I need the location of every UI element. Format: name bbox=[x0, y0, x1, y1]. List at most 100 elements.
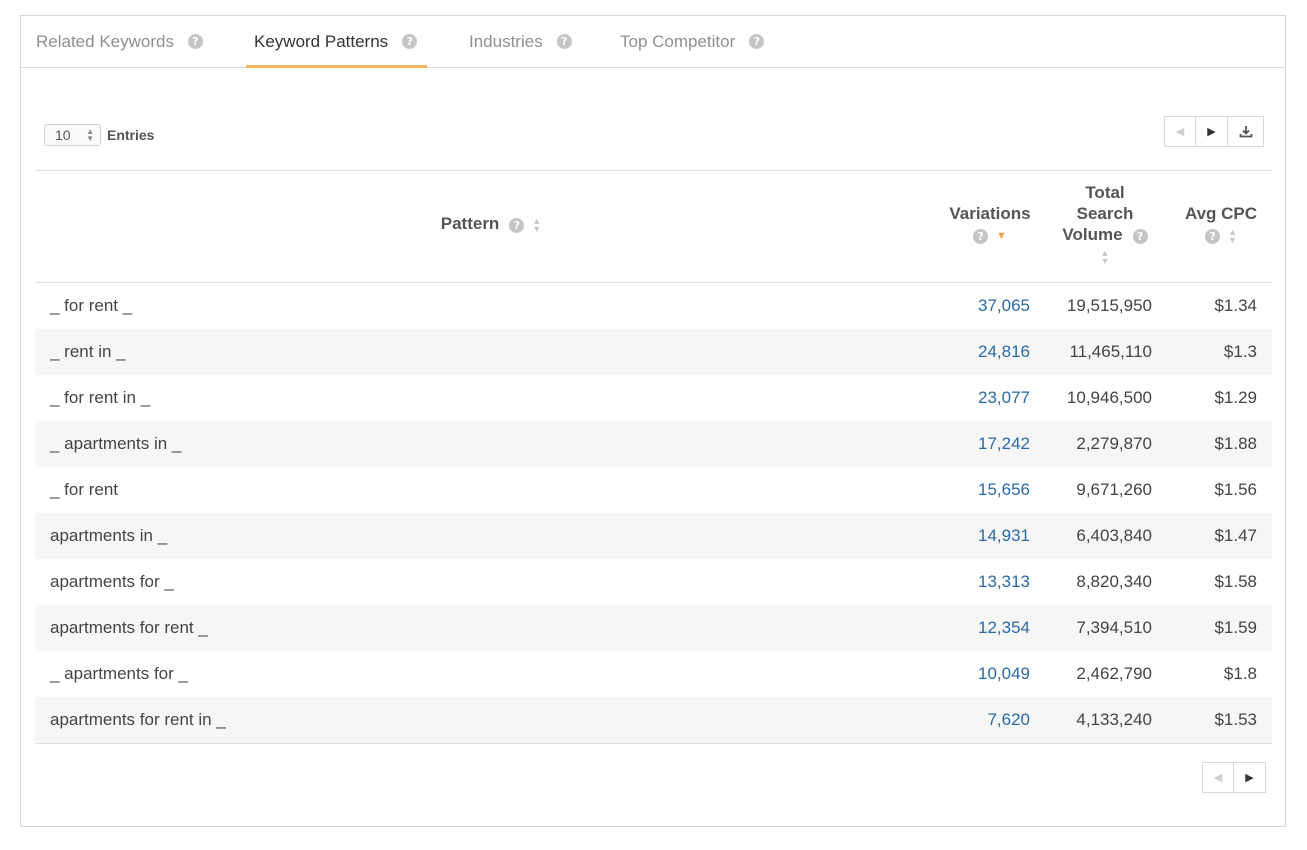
volume-cell: 8,820,340 bbox=[1076, 572, 1152, 591]
download-icon bbox=[1239, 126, 1252, 138]
column-header-variations[interactable]: Variations ? ▼ bbox=[940, 203, 1040, 245]
pattern-cell: apartments in _ bbox=[50, 526, 168, 545]
table-row: _ apartments in _ 17,242 2,279,870 $1.88 bbox=[35, 421, 1272, 467]
volume-cell: 7,394,510 bbox=[1076, 618, 1152, 637]
table-row: apartments in _ 14,931 6,403,840 $1.47 bbox=[35, 513, 1272, 559]
pattern-cell: _ for rent in _ bbox=[50, 388, 151, 407]
sort-desc-icon[interactable]: ▼ bbox=[996, 230, 1007, 241]
chevron-left-icon: ◀ bbox=[1175, 126, 1185, 138]
top-pager: ◀ ▶ bbox=[1164, 116, 1264, 147]
table-row: _ for rent 15,656 9,671,260 $1.56 bbox=[35, 467, 1272, 513]
tab-industries[interactable]: Industries ? bbox=[469, 16, 572, 67]
keyword-patterns-table: Pattern? ▲ ▼ Variations ? ▼ Total Search Vo… bbox=[35, 170, 1272, 744]
question-circle-icon[interactable]: ? bbox=[749, 34, 765, 49]
tab-bar: Related Keywords ? Keyword Patterns ? In… bbox=[21, 16, 1285, 68]
variations-link[interactable]: 24,816 bbox=[978, 329, 1030, 375]
volume-cell: 10,946,500 bbox=[1066, 388, 1152, 407]
tab-label: Related Keywords bbox=[36, 31, 174, 51]
variations-link[interactable]: 10,049 bbox=[978, 651, 1030, 697]
table-row: apartments for rent _ 12,354 7,394,510 $… bbox=[35, 605, 1272, 651]
spinner-arrows-icon: ▲ ▼ bbox=[86, 127, 94, 143]
variations-link[interactable]: 13,313 bbox=[978, 559, 1030, 605]
chevron-left-icon: ◀ bbox=[1213, 772, 1223, 784]
question-circle-icon[interactable]: ? bbox=[1205, 229, 1221, 244]
tab-keyword-patterns[interactable]: Keyword Patterns ? bbox=[245, 16, 428, 68]
table-row: _ apartments for _ 10,049 2,462,790 $1.8 bbox=[35, 651, 1272, 697]
volume-cell: 19,515,950 bbox=[1066, 296, 1152, 315]
column-label: Variations bbox=[949, 204, 1031, 223]
pattern-cell: _ apartments in _ bbox=[50, 434, 182, 453]
question-circle-icon[interactable]: ? bbox=[509, 218, 525, 233]
variations-link[interactable]: 12,354 bbox=[978, 605, 1030, 651]
column-header-avg-cpc[interactable]: Avg CPC ? ▲ ▼ bbox=[1175, 203, 1267, 245]
column-label-line3: Volume bbox=[1062, 225, 1123, 244]
cpc-cell: $1.58 bbox=[1214, 572, 1257, 591]
volume-cell: 2,462,790 bbox=[1076, 664, 1152, 683]
table-row: apartments for rent in _ 7,620 4,133,240… bbox=[35, 697, 1272, 743]
cpc-cell: $1.34 bbox=[1214, 296, 1257, 315]
pattern-cell: apartments for _ bbox=[50, 572, 174, 591]
variations-link[interactable]: 17,242 bbox=[978, 421, 1030, 467]
entries-value: 10 bbox=[55, 127, 71, 143]
cpc-cell: $1.56 bbox=[1214, 480, 1257, 499]
column-label: Pattern bbox=[440, 214, 500, 233]
prev-page-button[interactable]: ◀ bbox=[1164, 116, 1196, 147]
sort-icon[interactable]: ▲ ▼ bbox=[1228, 227, 1237, 244]
download-button[interactable] bbox=[1228, 116, 1264, 147]
entries-control: 10 ▲ ▼ Entries bbox=[44, 124, 154, 146]
column-header-search-volume[interactable]: Total Search Volume? ▲ ▼ bbox=[1050, 182, 1160, 266]
prev-page-button[interactable]: ◀ bbox=[1202, 762, 1234, 793]
volume-cell: 2,279,870 bbox=[1076, 434, 1152, 453]
pattern-cell: _ rent in _ bbox=[50, 342, 126, 361]
volume-cell: 9,671,260 bbox=[1076, 480, 1152, 499]
cpc-cell: $1.88 bbox=[1214, 434, 1257, 453]
variations-link[interactable]: 23,077 bbox=[978, 375, 1030, 421]
pattern-cell: _ for rent _ bbox=[50, 296, 133, 315]
table-header: Pattern? ▲ ▼ Variations ? ▼ Total Search Vo… bbox=[35, 170, 1272, 283]
cpc-cell: $1.59 bbox=[1214, 618, 1257, 637]
keyword-panel: Related Keywords ? Keyword Patterns ? In… bbox=[20, 15, 1286, 827]
pattern-cell: apartments for rent _ bbox=[50, 618, 208, 637]
cpc-cell: $1.29 bbox=[1214, 388, 1257, 407]
cpc-cell: $1.53 bbox=[1214, 710, 1257, 729]
sort-icon[interactable]: ▲ ▼ bbox=[1101, 248, 1110, 265]
chevron-right-icon: ▶ bbox=[1207, 126, 1216, 138]
cpc-cell: $1.3 bbox=[1223, 342, 1257, 361]
sort-icon[interactable]: ▲ ▼ bbox=[532, 216, 541, 233]
bottom-pager: ◀ ▶ bbox=[1202, 762, 1266, 793]
cpc-cell: $1.8 bbox=[1223, 664, 1257, 683]
variations-link[interactable]: 7,620 bbox=[987, 697, 1030, 743]
tab-top-competitor[interactable]: Top Competitor ? bbox=[620, 16, 765, 67]
cpc-cell: $1.47 bbox=[1214, 526, 1257, 545]
table-row: _ rent in _ 24,816 11,465,110 $1.3 bbox=[35, 329, 1272, 375]
question-circle-icon[interactable]: ? bbox=[402, 34, 418, 49]
volume-cell: 6,403,840 bbox=[1076, 526, 1152, 545]
next-page-button[interactable]: ▶ bbox=[1234, 762, 1266, 793]
table-body: _ for rent _ 37,065 19,515,950 $1.34 _ r… bbox=[35, 283, 1272, 744]
entries-label: Entries bbox=[107, 127, 155, 143]
pattern-cell: _ for rent bbox=[50, 480, 119, 499]
question-circle-icon[interactable]: ? bbox=[973, 229, 989, 244]
entries-select[interactable]: 10 ▲ ▼ bbox=[44, 124, 101, 146]
variations-link[interactable]: 37,065 bbox=[978, 283, 1030, 329]
chevron-right-icon: ▶ bbox=[1245, 772, 1254, 784]
tab-label: Industries bbox=[469, 31, 543, 51]
question-circle-icon[interactable]: ? bbox=[187, 34, 203, 49]
column-header-pattern[interactable]: Pattern? ▲ ▼ bbox=[35, 213, 947, 234]
tab-label: Keyword Patterns bbox=[254, 31, 389, 51]
table-row: apartments for _ 13,313 8,820,340 $1.58 bbox=[35, 559, 1272, 605]
tab-related-keywords[interactable]: Related Keywords ? bbox=[36, 16, 203, 67]
question-circle-icon[interactable]: ? bbox=[1132, 229, 1148, 244]
column-label: Avg CPC bbox=[1184, 204, 1258, 223]
column-label-line2: Search bbox=[1076, 204, 1134, 223]
pattern-cell: _ apartments for _ bbox=[50, 664, 188, 683]
variations-link[interactable]: 15,656 bbox=[978, 467, 1030, 513]
column-label-line1: Total bbox=[1085, 183, 1125, 202]
next-page-button[interactable]: ▶ bbox=[1196, 116, 1228, 147]
question-circle-icon[interactable]: ? bbox=[556, 34, 572, 49]
table-row: _ for rent in _ 23,077 10,946,500 $1.29 bbox=[35, 375, 1272, 421]
variations-link[interactable]: 14,931 bbox=[978, 513, 1030, 559]
pattern-cell: apartments for rent in _ bbox=[50, 710, 226, 729]
volume-cell: 11,465,110 bbox=[1069, 342, 1152, 361]
table-row: _ for rent _ 37,065 19,515,950 $1.34 bbox=[35, 283, 1272, 329]
